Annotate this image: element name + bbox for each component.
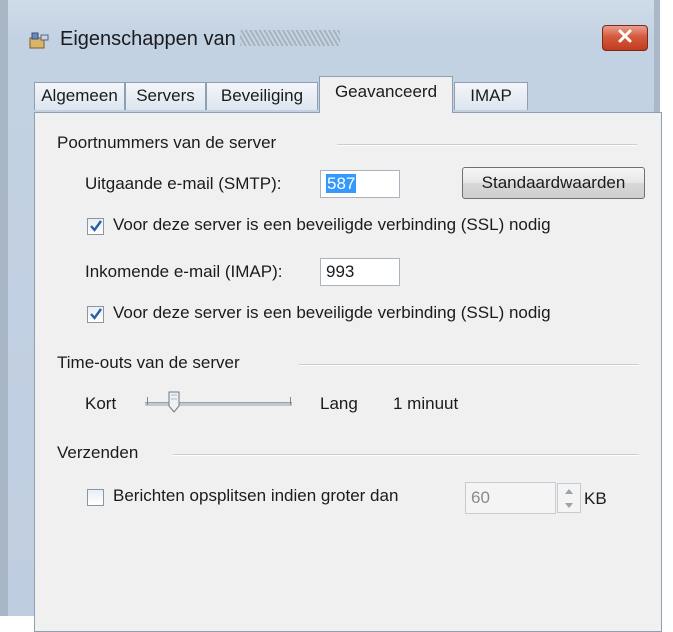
timeout-value-text: 1 minuut: [393, 394, 459, 413]
split-messages-checkbox[interactable]: [87, 489, 104, 506]
title-bar[interactable]: Eigenschappen van: [8, 0, 654, 62]
smtp-port-value: 587: [326, 174, 357, 193]
split-size-input[interactable]: 60: [465, 482, 556, 514]
spin-up-button[interactable]: [558, 484, 580, 498]
timeouts-group-divider: [299, 364, 639, 366]
window-title: Eigenschappen van: [60, 28, 340, 51]
slider-thumb-icon: [168, 391, 180, 413]
split-size-unit: KB: [584, 489, 607, 508]
account-properties-icon: [28, 30, 50, 50]
properties-dialog: Eigenschappen van Algemeen Servers Bevei…: [0, 0, 662, 632]
smtp-port-input[interactable]: 587: [320, 170, 400, 198]
slider-tick: [147, 397, 148, 405]
checkmark-icon: [90, 220, 102, 232]
tab-servers[interactable]: Servers: [125, 82, 206, 110]
tab-advanced[interactable]: Geavanceerd: [319, 76, 453, 113]
smtp-port-label: Uitgaande e-mail (SMTP):: [85, 174, 282, 193]
tab-imap[interactable]: IMAP: [454, 82, 528, 110]
timeout-long-label: Lang: [320, 394, 358, 413]
split-messages-label[interactable]: Berichten opsplitsen indien groter dan: [113, 486, 398, 506]
account-name-obscured: [239, 30, 340, 46]
ports-group-label: Poortnummers van de server: [57, 133, 277, 152]
spin-down-button[interactable]: [558, 498, 580, 512]
close-button[interactable]: [602, 25, 648, 51]
restore-defaults-button[interactable]: Standaardwaarden: [462, 167, 645, 199]
tab-security[interactable]: Beveiliging: [206, 82, 318, 110]
tab-strip: Algemeen Servers Beveiliging Geavanceerd…: [34, 76, 664, 113]
timeout-short-label: Kort: [85, 394, 117, 413]
smtp-ssl-label[interactable]: Voor deze server is een beveiligde verbi…: [113, 215, 551, 235]
timeout-slider-thumb[interactable]: [168, 391, 180, 413]
imap-ssl-checkbox[interactable]: [87, 306, 104, 323]
arrow-down-icon: [565, 502, 573, 508]
close-icon: [617, 29, 633, 48]
tab-general[interactable]: Algemeen: [34, 82, 125, 110]
timeouts-group-label: Time-outs van de server: [57, 353, 240, 372]
timeout-slider-track[interactable]: [145, 402, 292, 406]
checkmark-icon: [90, 308, 102, 320]
split-size-spinner[interactable]: [557, 483, 581, 513]
arrow-up-icon: [565, 488, 573, 494]
sending-group-label: Verzenden: [57, 443, 139, 462]
imap-ssl-label[interactable]: Voor deze server is een beveiligde verbi…: [113, 303, 551, 323]
slider-tick: [290, 397, 291, 405]
imap-port-label: Inkomende e-mail (IMAP):: [85, 262, 283, 281]
advanced-tab-panel: Poortnummers van de server Uitgaande e-m…: [34, 112, 662, 632]
window-title-text: Eigenschappen van: [60, 28, 236, 50]
smtp-ssl-checkbox[interactable]: [87, 218, 104, 235]
sending-group-divider: [173, 454, 639, 456]
ports-group-divider: [337, 144, 637, 146]
imap-port-input[interactable]: 993: [320, 258, 400, 286]
